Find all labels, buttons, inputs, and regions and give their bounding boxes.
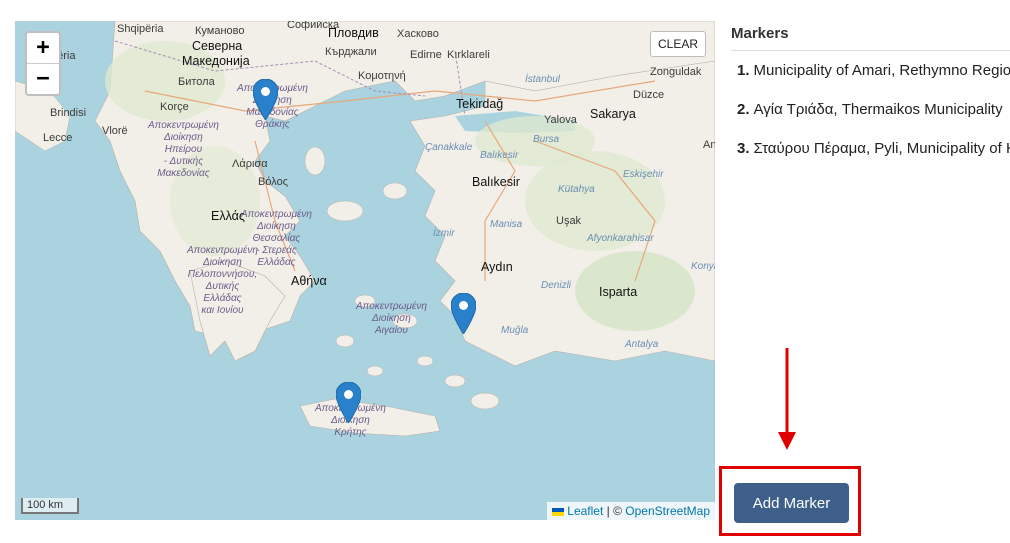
map-label-athina: Αθήνα — [291, 274, 327, 288]
scale-bar: 100 km — [21, 498, 79, 514]
map-label-zonguldak: Zonguldak — [650, 66, 702, 78]
map-label-volos: Βόλος — [258, 176, 288, 188]
openstreetmap-link[interactable]: OpenStreetMap — [625, 504, 710, 518]
leaflet-link[interactable]: Leaflet — [567, 504, 603, 518]
map-label-shqiperia: Shqipëria — [117, 23, 164, 35]
map-label-haskovo: Хасково — [397, 28, 439, 40]
map-label-manisa: Manisa — [490, 219, 523, 230]
annotation-arrow-icon — [778, 348, 796, 450]
map-label-kutahya: Kütahya — [558, 184, 595, 195]
map-label-plovdiv: Пловдив — [328, 26, 379, 40]
zoom-control: + − — [25, 31, 61, 96]
map-label-canakkale: Çanakkale — [425, 142, 473, 153]
map-label-vlore: Vlorë — [102, 125, 128, 137]
marker-list-item[interactable]: 3. Σταύρου Πέραμα, Pyli, Municipality of … — [731, 139, 1010, 178]
marker-list-item[interactable]: 2. Αγία Τριάδα, Thermaikos Municipality — [731, 100, 1010, 139]
map[interactable]: Shqipëria Куманово Софийска Северна Маке… — [15, 21, 715, 520]
map-region-aigaiou: Αποκεντρωμένη Διοίκηση Αιγαίου — [356, 301, 427, 336]
marker-number: 3. — [737, 140, 750, 157]
attribution-separator: | © — [603, 504, 626, 518]
clear-button[interactable]: CLEAR — [650, 31, 707, 57]
map-label-aydin: Aydın — [481, 260, 513, 274]
map-label-izmir: İzmir — [433, 228, 455, 239]
map-label-kirklareli: Kırklareli — [447, 49, 490, 61]
map-label-korce: Korçe — [160, 101, 189, 113]
map-label-komotini: Κομοτηνή — [358, 70, 406, 82]
ukraine-flag-icon — [552, 507, 565, 516]
map-label-brindisi: Brindisi — [50, 107, 87, 119]
map-label-afyon: Afyonkarahisar — [587, 233, 654, 244]
map-label-balikesir: Balıkesir — [472, 175, 520, 189]
map-label-balikesir-reg: Balıkesir — [480, 150, 519, 161]
map-marker-pin-1[interactable] — [336, 382, 361, 423]
map-label-usak: Uşak — [556, 215, 582, 227]
map-label-duzce: Düzce — [633, 89, 665, 101]
map-label-istanbul: İstanbul — [525, 74, 561, 85]
map-label-bursa: Bursa — [533, 134, 560, 145]
map-label-sakarya: Sakarya — [590, 107, 636, 121]
map-label-kardzhali: Кърджали — [325, 46, 377, 58]
map-label-antalya: Antalya — [625, 339, 659, 350]
map-label-tekirdag: Tekirdağ — [456, 97, 504, 111]
map-tiles[interactable] — [15, 21, 715, 520]
map-label-ellada: Ελλάς — [211, 209, 245, 223]
map-label-makedonija: Македонија — [182, 54, 250, 68]
marker-label: Σταύρου Πέραμα, Pyli, Municipality of Ko… — [753, 140, 1010, 157]
marker-number: 2. — [737, 101, 750, 118]
map-label-ana: Ana — [703, 139, 715, 151]
map-label-konya: Konya — [691, 261, 715, 272]
markers-panel: Markers 1. Municipality of Amari, Rethymn… — [731, 21, 1010, 178]
map-label-edirne: Edirne — [410, 49, 442, 61]
markers-title: Markers — [731, 21, 1010, 51]
map-region-peloponnisou: Αποκεντρωμένη Διοίκηση Πελοποννήσου, Δυτ… — [187, 245, 258, 316]
map-label-eskisehir: Eskişehir — [623, 169, 664, 180]
map-label-severna: Северна — [192, 39, 243, 53]
map-label-larisa: Λάρισα — [232, 158, 268, 170]
map-marker-pin-2[interactable] — [253, 79, 278, 120]
add-marker-highlight: Add Marker — [719, 466, 861, 536]
map-label-mugla: Muğla — [501, 325, 529, 336]
map-region-ipirou: Αποκεντρωμένη Διοίκηση Ηπείρου - Δυτικής… — [148, 120, 219, 179]
markers-list: 1.Municipality of Amari, Rethymno Region… — [731, 61, 1010, 178]
map-label-lecce: Lecce — [43, 132, 73, 144]
map-label-isparta: Isparta — [599, 285, 638, 299]
map-label-kumanovo: Куманово — [195, 25, 245, 37]
map-attribution: Leaflet | © OpenStreetMap — [547, 502, 715, 520]
map-label-bitola: Битола — [178, 76, 215, 88]
zoom-in-button[interactable]: + — [27, 33, 59, 64]
map-label-denizli: Denizli — [541, 280, 572, 291]
marker-number: 1. — [737, 62, 750, 79]
marker-label: Municipality of Amari, Rethymno Regional… — [753, 62, 1010, 79]
add-marker-button[interactable]: Add Marker — [734, 483, 849, 523]
map-label-yalova: Yalova — [544, 114, 577, 126]
map-marker-pin-3[interactable] — [451, 293, 476, 334]
marker-list-item[interactable]: 1.Municipality of Amari, Rethymno Region… — [731, 61, 1010, 100]
zoom-out-button[interactable]: − — [27, 64, 59, 94]
marker-label: Αγία Τριάδα, Thermaikos Municipality — [753, 101, 1003, 118]
